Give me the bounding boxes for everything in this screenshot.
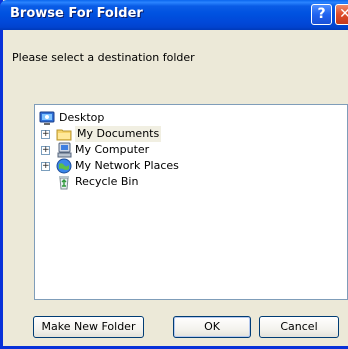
make-new-folder-button[interactable]: Make New Folder — [33, 316, 144, 338]
help-button[interactable]: ? — [311, 4, 332, 25]
tree-item-label: My Computer — [75, 143, 150, 156]
computer-icon — [57, 142, 72, 158]
ok-button[interactable]: OK — [173, 316, 251, 338]
instruction-text: Please select a destination folder — [12, 51, 195, 64]
expand-plus-icon[interactable]: + — [41, 130, 50, 139]
browse-for-folder-dialog: Browse For Folder ? ✕ Please select a de… — [0, 0, 348, 349]
folder-icon — [56, 129, 72, 141]
close-icon: ✕ — [339, 6, 348, 22]
desktop-icon — [39, 111, 55, 125]
expand-plus-icon[interactable]: + — [41, 146, 50, 155]
tree-item-my-computer[interactable]: + My Computer — [39, 142, 239, 158]
tree-item-label: My Network Places — [75, 159, 179, 172]
close-button[interactable]: ✕ — [335, 4, 348, 25]
folder-tree[interactable]: Desktop + My Documents + My Computer + M… — [34, 104, 348, 300]
dialog-title: Browse For Folder — [10, 6, 143, 21]
recycle-bin-icon — [59, 176, 69, 190]
tree-item-label: My Documents — [75, 126, 162, 142]
expand-plus-icon[interactable]: + — [41, 162, 50, 171]
tree-item-my-network-places[interactable]: + My Network Places — [39, 158, 239, 174]
tree-item-recycle-bin[interactable]: Recycle Bin — [39, 174, 239, 190]
tree-item-desktop[interactable]: Desktop — [39, 110, 159, 126]
cancel-button[interactable]: Cancel — [259, 316, 339, 338]
tree-item-label: Recycle Bin — [75, 175, 139, 188]
help-icon: ? — [317, 6, 326, 22]
title-bar[interactable]: Browse For Folder ? ✕ — [0, 0, 348, 30]
tree-item-label: Desktop — [59, 111, 105, 124]
network-places-icon — [56, 158, 72, 174]
tree-item-my-documents[interactable]: + My Documents — [39, 126, 239, 142]
